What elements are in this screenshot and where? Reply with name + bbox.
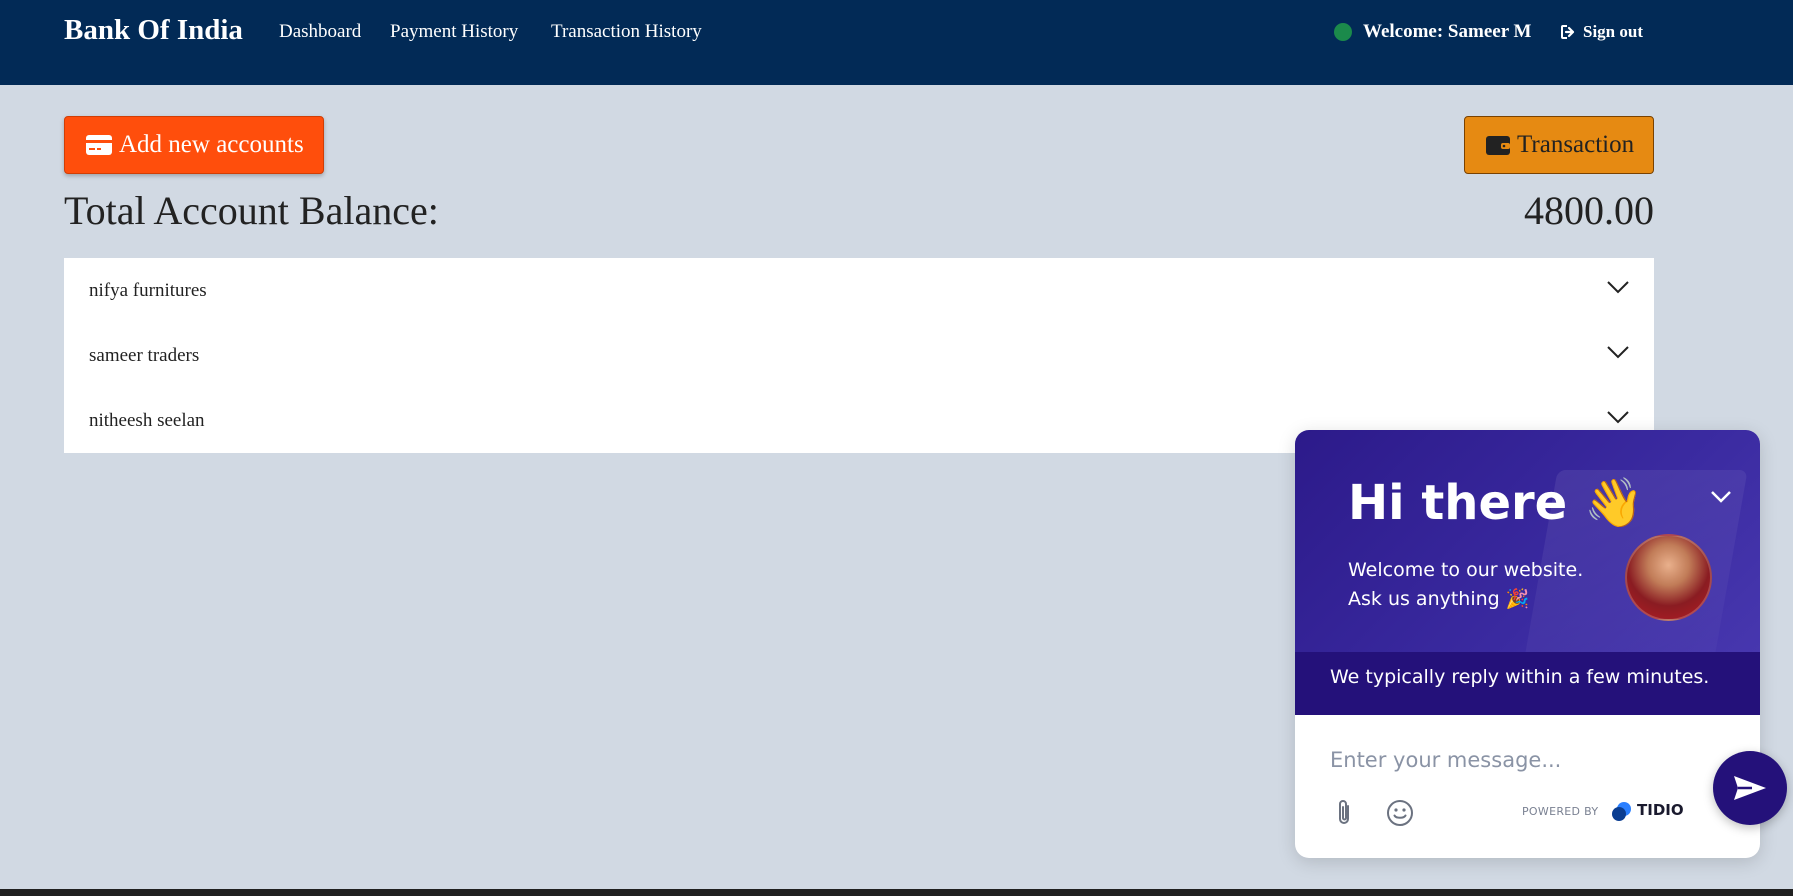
sign-out-label: Sign out — [1583, 22, 1643, 41]
accounts-accordion: nifya furnitures sameer traders nitheesh… — [64, 258, 1654, 453]
wallet-icon — [1486, 136, 1510, 155]
nav-payment-history[interactable]: Payment History — [390, 21, 518, 43]
nav-transaction-history[interactable]: Transaction History — [551, 21, 702, 43]
minimize-chevron-icon[interactable] — [1710, 490, 1732, 504]
chat-widget: Hi there 👋 Welcome to our website. Ask u… — [1295, 430, 1760, 858]
reply-time-text: We typically reply within a few minutes. — [1330, 666, 1710, 688]
transaction-label: Transaction — [1517, 131, 1635, 158]
emoji-icon[interactable] — [1385, 798, 1415, 828]
online-status-dot — [1334, 23, 1352, 41]
chat-message-input[interactable] — [1330, 745, 1720, 775]
account-name: sameer traders — [89, 345, 200, 366]
agent-avatar — [1625, 534, 1712, 621]
total-balance-value: 4800.00 — [1524, 188, 1654, 233]
powered-by-label: POWERED BY — [1522, 805, 1599, 818]
chat-welcome-line: Ask us anything 🎉 — [1348, 588, 1530, 610]
brand-logo-text[interactable]: Bank Of India — [64, 14, 243, 47]
account-name: nitheesh seelan — [89, 410, 205, 431]
reply-time-banner: We typically reply within a few minutes. — [1295, 652, 1760, 715]
sign-out-icon — [1561, 25, 1575, 39]
add-new-accounts-button[interactable]: Add new accounts — [64, 116, 324, 174]
nav-dashboard[interactable]: Dashboard — [279, 21, 361, 43]
sign-out-link[interactable]: Sign out — [1560, 22, 1643, 42]
chat-welcome-line: Welcome to our website. — [1348, 559, 1584, 581]
welcome-user: Welcome: Sameer M — [1363, 21, 1532, 42]
total-balance-label: Total Account Balance: — [64, 188, 439, 233]
add-new-accounts-label: Add new accounts — [119, 131, 304, 158]
chevron-down-icon — [1607, 281, 1629, 294]
account-item[interactable]: nifya furnitures — [64, 258, 1654, 323]
taskbar-edge — [0, 889, 1793, 896]
credit-card-icon — [86, 135, 112, 155]
attachment-icon[interactable] — [1333, 798, 1355, 828]
top-navbar: Bank Of India Dashboard Payment History … — [0, 0, 1793, 85]
tidio-logo-icon — [1612, 802, 1631, 821]
chat-welcome-text: Welcome to our website. Ask us anything … — [1348, 556, 1583, 614]
send-message-button[interactable] — [1713, 751, 1787, 825]
tidio-brand-text[interactable]: TIDIO — [1637, 801, 1684, 819]
account-name: nifya furnitures — [89, 280, 207, 301]
send-icon — [1734, 776, 1766, 800]
chevron-down-icon — [1607, 346, 1629, 359]
chevron-down-icon — [1607, 411, 1629, 424]
chat-header: Hi there 👋 Welcome to our website. Ask u… — [1295, 430, 1760, 715]
account-item[interactable]: sameer traders — [64, 323, 1654, 388]
chat-greeting: Hi there 👋 — [1348, 475, 1644, 531]
transaction-button[interactable]: Transaction — [1464, 116, 1654, 174]
